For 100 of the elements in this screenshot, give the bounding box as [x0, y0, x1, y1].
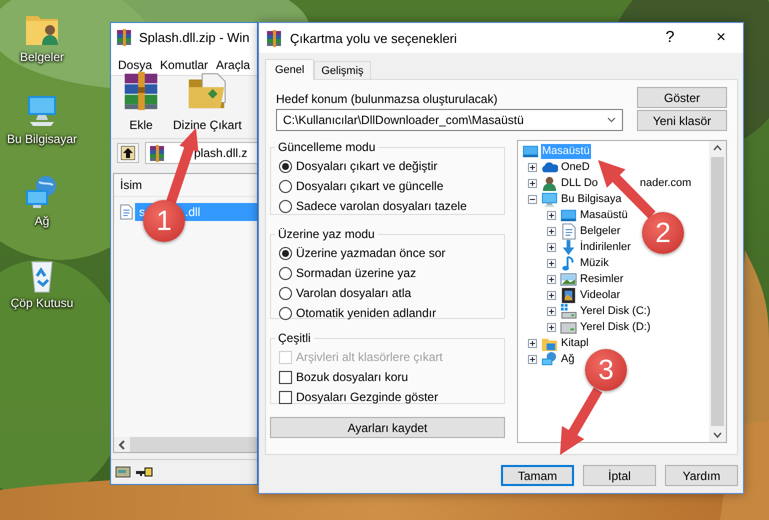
side-button[interactable]: Yeni klasör [637, 110, 727, 131]
plus-icon [529, 180, 536, 186]
tree-item[interactable]: DLL Do [560, 176, 599, 190]
option-label[interactable]: Otomatik yeniden adlandır [296, 306, 436, 320]
expand-toggle[interactable] [528, 338, 537, 348]
arrow [560, 388, 602, 455]
dialog-title: Çıkartma yolu ve seçenekleri [290, 30, 458, 46]
group-title: Güncelleme modu [277, 140, 376, 154]
help-button[interactable]: ? [648, 23, 692, 53]
group-title: Üzerine yaz modu [277, 227, 376, 241]
radio-button[interactable] [279, 306, 292, 320]
option-label[interactable]: Dosyaları çıkart ve güncelle [296, 179, 444, 193]
plus-icon [548, 244, 555, 250]
radio-button[interactable] [279, 246, 292, 260]
plus-icon [529, 356, 536, 362]
radio-button[interactable] [279, 266, 292, 280]
expand-toggle[interactable] [547, 258, 556, 268]
tab[interactable]: Gelişmiş [314, 61, 371, 79]
desktop-icon-label[interactable]: Bu Bilgisayar [6, 132, 78, 146]
file-name: .dll [185, 205, 200, 219]
person-icon [541, 174, 558, 192]
tree-item[interactable]: Yerel Disk (C:) [579, 304, 652, 318]
save-settings-button[interactable]: Ayarları kaydet [270, 417, 505, 438]
app-icon [115, 28, 133, 46]
option-label[interactable]: Bozuk dosyaları koru [296, 370, 408, 384]
drive-icon [115, 466, 131, 478]
checkbox[interactable] [279, 390, 292, 404]
tree-item[interactable]: Resimler [579, 272, 624, 286]
radio-button[interactable] [279, 180, 292, 192]
file-name: s [139, 205, 145, 219]
tab[interactable]: Genel [265, 59, 314, 80]
tree-item[interactable]: Müzik [579, 256, 610, 270]
plus-icon [548, 260, 555, 266]
window-title: Splash.dll.zip - Win [139, 30, 250, 44]
tree-item[interactable]: OneD [560, 160, 591, 174]
expand-toggle[interactable] [528, 162, 537, 172]
computer-icon [541, 190, 558, 208]
drive-icon [560, 302, 577, 320]
option-label[interactable]: Sadece varolan dosyaları tazele [296, 199, 467, 213]
option-label[interactable]: Üzerine yazmadan önce sor [296, 246, 446, 260]
side-button[interactable]: Göster [637, 87, 727, 108]
dialog-button[interactable]: İptal [583, 465, 656, 486]
horizontal-scrollbar[interactable] [114, 437, 257, 452]
expand-toggle[interactable] [547, 306, 556, 316]
field-label: Hedef konum (bulunmazsa oluşturulacak) [276, 92, 498, 106]
up-arrow-icon [121, 146, 135, 160]
expand-toggle[interactable] [547, 322, 556, 332]
column-header[interactable]: İsim [120, 178, 142, 192]
tree-item[interactable]: Bu Bilgisaya [560, 192, 623, 206]
radio-button[interactable] [279, 160, 292, 172]
tree-item[interactable]: Ağ [560, 352, 576, 366]
tree-item[interactable]: Videolar [579, 288, 622, 302]
network-icon [541, 350, 558, 368]
dialog-button[interactable]: Tamam [501, 465, 574, 486]
plus-icon [548, 276, 555, 282]
option-label[interactable]: Dosyaları Gezginde göster [296, 390, 438, 404]
dialog-button[interactable]: Yardım [665, 465, 738, 486]
checkbox[interactable] [279, 370, 292, 384]
expand-toggle[interactable] [547, 210, 556, 220]
file-icon [118, 204, 134, 220]
tree-item[interactable]: İndirilenler [579, 240, 632, 254]
radio-button[interactable] [279, 286, 292, 300]
expand-toggle[interactable] [547, 290, 556, 300]
option-label[interactable]: Dosyaları çıkart ve değiştir [296, 159, 438, 173]
menu-item[interactable]: Araçla [216, 58, 250, 72]
app-icon [265, 29, 283, 47]
tree-item[interactable]: Yerel Disk (D:) [579, 320, 652, 334]
destination-combobox[interactable]: C:\Kullanıcılar\DllDownloader_com\Masaüstü [276, 109, 623, 131]
key-icon [135, 467, 153, 477]
expand-toggle[interactable] [547, 226, 556, 236]
download-icon [560, 238, 577, 256]
option-label[interactable]: Varolan dosyaları atla [296, 286, 412, 300]
close-button[interactable]: × [699, 23, 743, 53]
expand-toggle[interactable] [547, 274, 556, 284]
desktop-icon-label[interactable]: Ağ [34, 214, 50, 228]
picture-icon [560, 270, 577, 288]
up-folder-button[interactable] [117, 143, 139, 163]
tree-item[interactable]: Belgeler [579, 224, 622, 238]
plus-icon [529, 340, 536, 346]
collapse-toggle[interactable] [528, 194, 537, 204]
expand-toggle[interactable] [528, 354, 537, 364]
group-title: Çeşitli [277, 331, 312, 345]
vertical-scrollbar[interactable] [709, 141, 726, 442]
tree-item[interactable]: nader.com [638, 176, 692, 190]
dropdown-icon [607, 117, 616, 123]
plus-icon [548, 308, 555, 314]
menu-item[interactable]: Komutlar [160, 58, 208, 72]
plus-icon [548, 228, 555, 234]
radio-button[interactable] [279, 200, 292, 212]
expand-toggle[interactable] [528, 178, 537, 188]
film-icon [560, 286, 577, 304]
option-label[interactable]: Sormadan üzerine yaz [296, 266, 416, 280]
document-icon [560, 222, 577, 240]
menu-item[interactable]: Dosya [118, 58, 152, 72]
plus-icon [548, 292, 555, 298]
expand-toggle[interactable] [547, 242, 556, 252]
tree-item[interactable]: Masaüstü [579, 208, 629, 222]
tree-item[interactable]: Kitapl [560, 336, 590, 350]
plus-icon [529, 164, 536, 170]
desktop-icon-label[interactable]: Çöp Kutusu [10, 296, 74, 310]
